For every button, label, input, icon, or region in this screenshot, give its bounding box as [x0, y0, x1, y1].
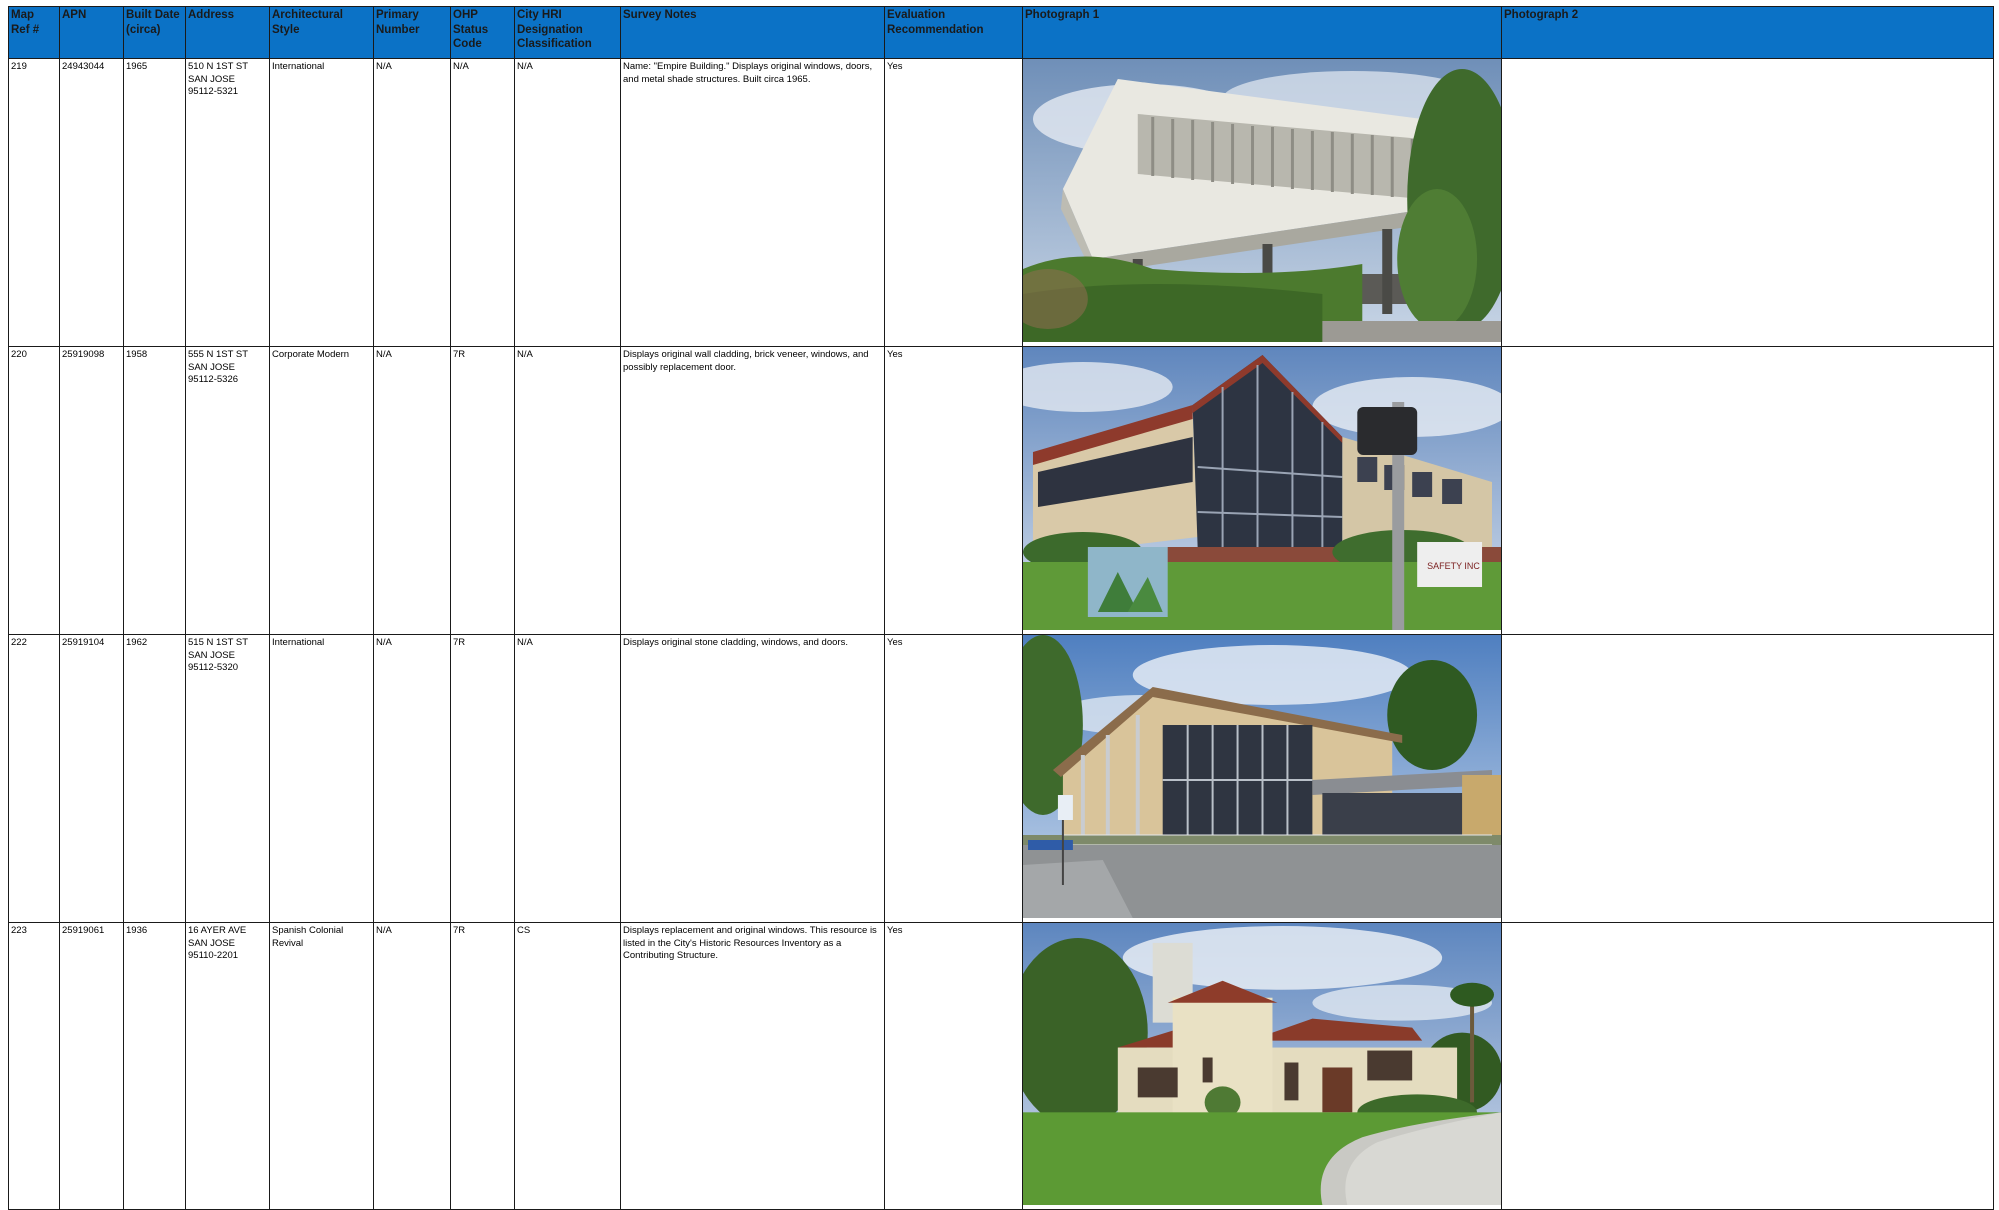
cell-ohp-status: 7R — [450, 634, 515, 923]
cell-address: 515 N 1ST ST SAN JOSE 95112-5320 — [185, 634, 270, 923]
cell-evaluation: Yes — [884, 58, 1023, 347]
cell-primary-number: N/A — [373, 58, 451, 347]
cell-hri: N/A — [514, 346, 621, 635]
table-row: 222 25919104 1962 515 N 1ST ST SAN JOSE … — [8, 634, 1994, 923]
header-row: Map Ref # APN Built Date (circa) Address… — [8, 6, 1994, 59]
header-survey-notes: Survey Notes — [620, 6, 885, 59]
cell-apn: 24943044 — [59, 58, 124, 347]
cell-photograph-2 — [1501, 346, 1994, 635]
cell-architectural-style: International — [269, 634, 374, 923]
cell-primary-number: N/A — [373, 634, 451, 923]
cell-survey-notes: Name: "Empire Building." Displays origin… — [620, 58, 885, 347]
cell-built-date: 1958 — [123, 346, 186, 635]
cell-survey-notes: Displays original stone cladding, window… — [620, 634, 885, 923]
cell-address: 555 N 1ST ST SAN JOSE 95112-5326 — [185, 346, 270, 635]
cell-photograph-2 — [1501, 58, 1994, 347]
cell-built-date: 1936 — [123, 922, 186, 1210]
survey-table: Map Ref # APN Built Date (circa) Address… — [8, 6, 1994, 1210]
cell-ohp-status: 7R — [450, 346, 515, 635]
cell-photograph-2 — [1501, 922, 1994, 1210]
cell-architectural-style: Corporate Modern — [269, 346, 374, 635]
cell-map-ref: 223 — [8, 922, 60, 1210]
cell-map-ref: 220 — [8, 346, 60, 635]
header-architectural-style: Architectural Style — [269, 6, 374, 59]
cell-address: 510 N 1ST ST SAN JOSE 95112-5321 — [185, 58, 270, 347]
cell-evaluation: Yes — [884, 922, 1023, 1210]
header-map-ref: Map Ref # — [8, 6, 60, 59]
header-photograph-2: Photograph 2 — [1501, 6, 1994, 59]
table-row: 219 24943044 1965 510 N 1ST ST SAN JOSE … — [8, 58, 1994, 347]
cell-ohp-status: N/A — [450, 58, 515, 347]
cell-hri: N/A — [514, 634, 621, 923]
svg-text:SAFETY INC: SAFETY INC — [1427, 561, 1480, 571]
cell-survey-notes: Displays original wall cladding, brick v… — [620, 346, 885, 635]
header-city-hri: City HRI Designation Classification — [514, 6, 621, 59]
cell-survey-notes: Displays replacement and original window… — [620, 922, 885, 1210]
cell-apn: 25919061 — [59, 922, 124, 1210]
header-ohp-status-code: OHP Status Code — [450, 6, 515, 59]
cell-architectural-style: Spanish Colonial Revival — [269, 922, 374, 1210]
cell-hri: N/A — [514, 58, 621, 347]
header-primary-number: Primary Number — [373, 6, 451, 59]
cell-evaluation: Yes — [884, 634, 1023, 923]
cell-hri: CS — [514, 922, 621, 1210]
cell-address: 16 AYER AVE SAN JOSE 95110-2201 — [185, 922, 270, 1210]
photo-modern-building-overhang — [1023, 59, 1501, 342]
header-address: Address — [185, 6, 270, 59]
header-apn: APN — [59, 6, 124, 59]
header-evaluation: Evaluation Recommendation — [884, 6, 1023, 59]
photo-spanish-house-lawn — [1023, 923, 1501, 1205]
table-row: 220 25919098 1958 555 N 1ST ST SAN JOSE … — [8, 346, 1994, 635]
cell-apn: 25919098 — [59, 346, 124, 635]
cell-photograph-1 — [1022, 922, 1502, 1210]
cell-architectural-style: International — [269, 58, 374, 347]
cell-photograph-2 — [1501, 634, 1994, 923]
photo-office-building-parking — [1023, 635, 1501, 918]
table-row: 223 25919061 1936 16 AYER AVE SAN JOSE 9… — [8, 922, 1994, 1210]
cell-evaluation: Yes — [884, 346, 1023, 635]
photo-glass-corner-building: SAFETY INC — [1023, 347, 1501, 630]
header-built-date: Built Date (circa) — [123, 6, 186, 59]
cell-built-date: 1962 — [123, 634, 186, 923]
cell-ohp-status: 7R — [450, 922, 515, 1210]
cell-photograph-1: SAFETY INC — [1022, 346, 1502, 635]
cell-built-date: 1965 — [123, 58, 186, 347]
cell-map-ref: 222 — [8, 634, 60, 923]
cell-primary-number: N/A — [373, 346, 451, 635]
cell-photograph-1 — [1022, 58, 1502, 347]
cell-map-ref: 219 — [8, 58, 60, 347]
cell-apn: 25919104 — [59, 634, 124, 923]
header-photograph-1: Photograph 1 — [1022, 6, 1502, 59]
cell-photograph-1 — [1022, 634, 1502, 923]
cell-primary-number: N/A — [373, 922, 451, 1210]
